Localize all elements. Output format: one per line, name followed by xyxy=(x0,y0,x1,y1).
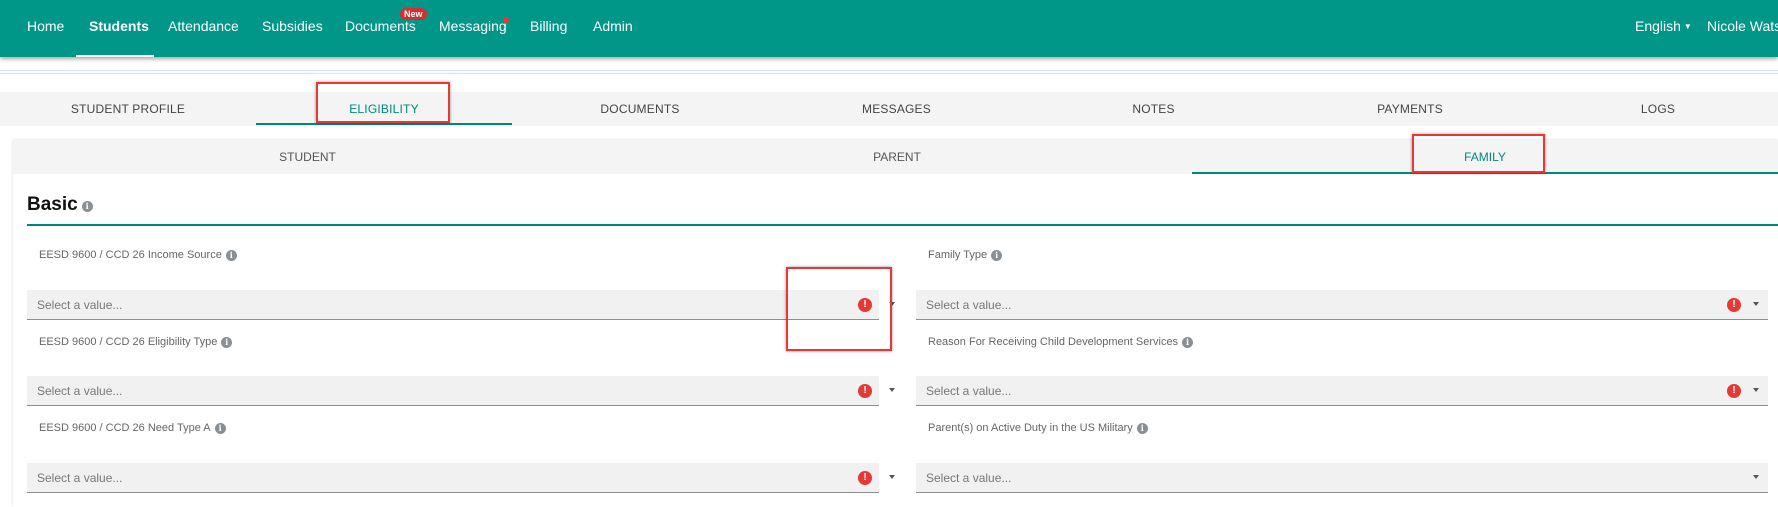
select-placeholder: Select a value... xyxy=(37,471,123,485)
eligibility-type-label-text: EESD 9600 / CCD 26 Eligibility Type xyxy=(39,336,218,348)
info-icon[interactable]: i xyxy=(225,250,237,261)
tab-logs[interactable]: LOGS xyxy=(1538,92,1778,126)
select-placeholder: Select a value... xyxy=(37,298,123,312)
chevron-down-icon[interactable] xyxy=(1753,388,1759,392)
section-title-text: Basic xyxy=(27,194,78,215)
profile-tabs: STUDENT PROFILE ELIGIBILITY DOCUMENTS ME… xyxy=(0,92,1778,126)
error-icon: ! xyxy=(858,384,872,398)
highlight-error-dropdown xyxy=(786,267,892,351)
header-divider xyxy=(0,70,1778,74)
tab-active-indicator xyxy=(256,123,512,125)
chevron-down-icon[interactable] xyxy=(889,475,895,479)
eligibility-type-label: EESD 9600 / CCD 26 Eligibility Type i xyxy=(39,336,233,348)
military-select[interactable]: Select a value... xyxy=(916,463,1768,493)
error-icon: ! xyxy=(858,471,872,485)
error-icon: ! xyxy=(1727,298,1741,312)
family-type-label-text: Family Type xyxy=(928,249,988,261)
info-icon[interactable]: i xyxy=(214,423,226,434)
reason-label: Reason For Receiving Child Development S… xyxy=(928,336,1194,348)
income-source-select[interactable]: Select a value... ! xyxy=(27,290,895,320)
user-menu[interactable]: Nicole Watso xyxy=(1707,0,1778,57)
info-icon[interactable]: i xyxy=(1136,423,1148,434)
nav-messaging[interactable]: Messaging xyxy=(439,0,507,57)
nav-subsidies[interactable]: Subsidies xyxy=(262,0,323,57)
info-icon[interactable]: i xyxy=(81,201,93,212)
nav-home[interactable]: Home xyxy=(27,0,64,57)
select-placeholder: Select a value... xyxy=(926,298,1012,312)
top-navbar: Home Students Attendance Subsidies Docum… xyxy=(0,0,1778,57)
info-icon[interactable]: i xyxy=(1182,337,1194,348)
select-placeholder: Select a value... xyxy=(37,384,123,398)
section-title: Basic i xyxy=(27,194,93,216)
nav-attendance[interactable]: Attendance xyxy=(168,0,239,57)
need-type-label-text: EESD 9600 / CCD 26 Need Type A xyxy=(39,422,211,434)
reason-select[interactable]: Select a value... ! xyxy=(916,376,1768,406)
nav-students[interactable]: Students xyxy=(89,0,149,57)
nav-admin[interactable]: Admin xyxy=(593,0,633,57)
info-icon[interactable]: i xyxy=(991,250,1003,261)
new-badge: New xyxy=(400,8,427,20)
reason-label-text: Reason For Receiving Child Development S… xyxy=(928,336,1179,348)
nav-billing[interactable]: Billing xyxy=(530,0,567,57)
tab-payments[interactable]: PAYMENTS xyxy=(1282,92,1538,126)
military-label: Parent(s) on Active Duty in the US Milit… xyxy=(928,422,1148,434)
family-type-select[interactable]: Select a value... ! xyxy=(916,290,1768,320)
need-type-label: EESD 9600 / CCD 26 Need Type Ai xyxy=(39,422,226,434)
select-placeholder: Select a value... xyxy=(926,384,1012,398)
tab-notes[interactable]: NOTES xyxy=(1025,92,1282,126)
chevron-down-icon[interactable] xyxy=(1753,475,1759,479)
tab-documents[interactable]: DOCUMENTS xyxy=(512,92,768,126)
language-label: English xyxy=(1635,18,1681,34)
highlight-family-tab xyxy=(1412,134,1545,173)
military-label-text: Parent(s) on Active Duty in the US Milit… xyxy=(928,422,1133,434)
error-icon: ! xyxy=(1727,384,1741,398)
need-type-select[interactable]: Select a value... ! xyxy=(27,463,895,493)
chevron-down-icon[interactable] xyxy=(889,388,895,392)
info-icon[interactable]: i xyxy=(221,337,233,348)
eligibility-type-select[interactable]: Select a value... ! xyxy=(27,376,895,406)
unread-dot xyxy=(503,17,509,23)
highlight-eligibility-tab xyxy=(316,82,450,123)
select-placeholder: Select a value... xyxy=(926,471,1012,485)
tab-student[interactable]: STUDENT xyxy=(13,140,602,174)
caret-down-icon: ▼ xyxy=(1683,22,1692,31)
tab-parent[interactable]: PARENT xyxy=(602,140,1192,174)
section-divider xyxy=(27,224,1778,226)
tab-messages[interactable]: MESSAGES xyxy=(768,92,1025,126)
eligibility-card xyxy=(13,140,1778,507)
family-type-label: Family Type i xyxy=(928,249,1003,261)
income-source-label: EESD 9600 / CCD 26 Income Source i xyxy=(39,249,237,261)
language-selector[interactable]: English ▼ xyxy=(1635,0,1692,57)
income-source-label-text: EESD 9600 / CCD 26 Income Source xyxy=(39,249,222,261)
chevron-down-icon[interactable] xyxy=(1753,302,1759,306)
tab-student-profile[interactable]: STUDENT PROFILE xyxy=(0,92,256,126)
nav-active-indicator xyxy=(76,55,154,57)
